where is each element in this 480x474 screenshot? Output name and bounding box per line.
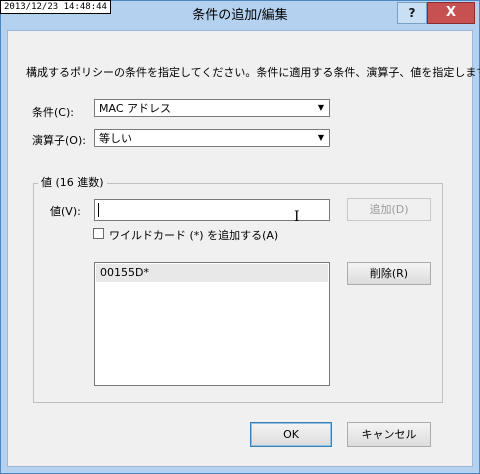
values-listbox[interactable]: 00155D*: [94, 262, 330, 386]
timestamp-overlay: 2013/12/23 14:48:44: [0, 0, 111, 14]
cancel-button[interactable]: キャンセル: [347, 422, 431, 447]
text-caret: [98, 203, 99, 217]
value-label: 値(V):: [50, 205, 81, 218]
chevron-down-icon[interactable]: ▼: [314, 131, 328, 145]
ibeam-cursor-icon: I: [294, 209, 300, 225]
wildcard-label[interactable]: ワイルドカード (*) を追加する(A): [109, 227, 278, 243]
description-text: 構成するポリシーの条件を指定してください。条件に適用する条件、演算子、値を指定し…: [26, 66, 480, 79]
operator-label: 演算子(O):: [32, 134, 86, 147]
operator-dropdown[interactable]: 等しい ▼: [94, 129, 330, 147]
list-item[interactable]: 00155D*: [96, 264, 328, 282]
operator-dropdown-value: 等しい: [99, 132, 132, 145]
wildcard-checkbox[interactable]: [93, 228, 104, 239]
delete-button[interactable]: 削除(R): [347, 262, 431, 285]
condition-dropdown-value: MAC アドレス: [99, 102, 171, 115]
add-button[interactable]: 追加(D): [347, 198, 431, 221]
value-group-title: 値 (16 進数): [38, 176, 107, 190]
condition-label: 条件(C):: [32, 106, 74, 119]
close-button[interactable]: X: [427, 2, 475, 24]
ok-button[interactable]: OK: [250, 422, 332, 447]
chevron-down-icon[interactable]: ▼: [314, 101, 328, 115]
help-button[interactable]: ?: [397, 2, 427, 24]
condition-dropdown[interactable]: MAC アドレス ▼: [94, 99, 330, 117]
